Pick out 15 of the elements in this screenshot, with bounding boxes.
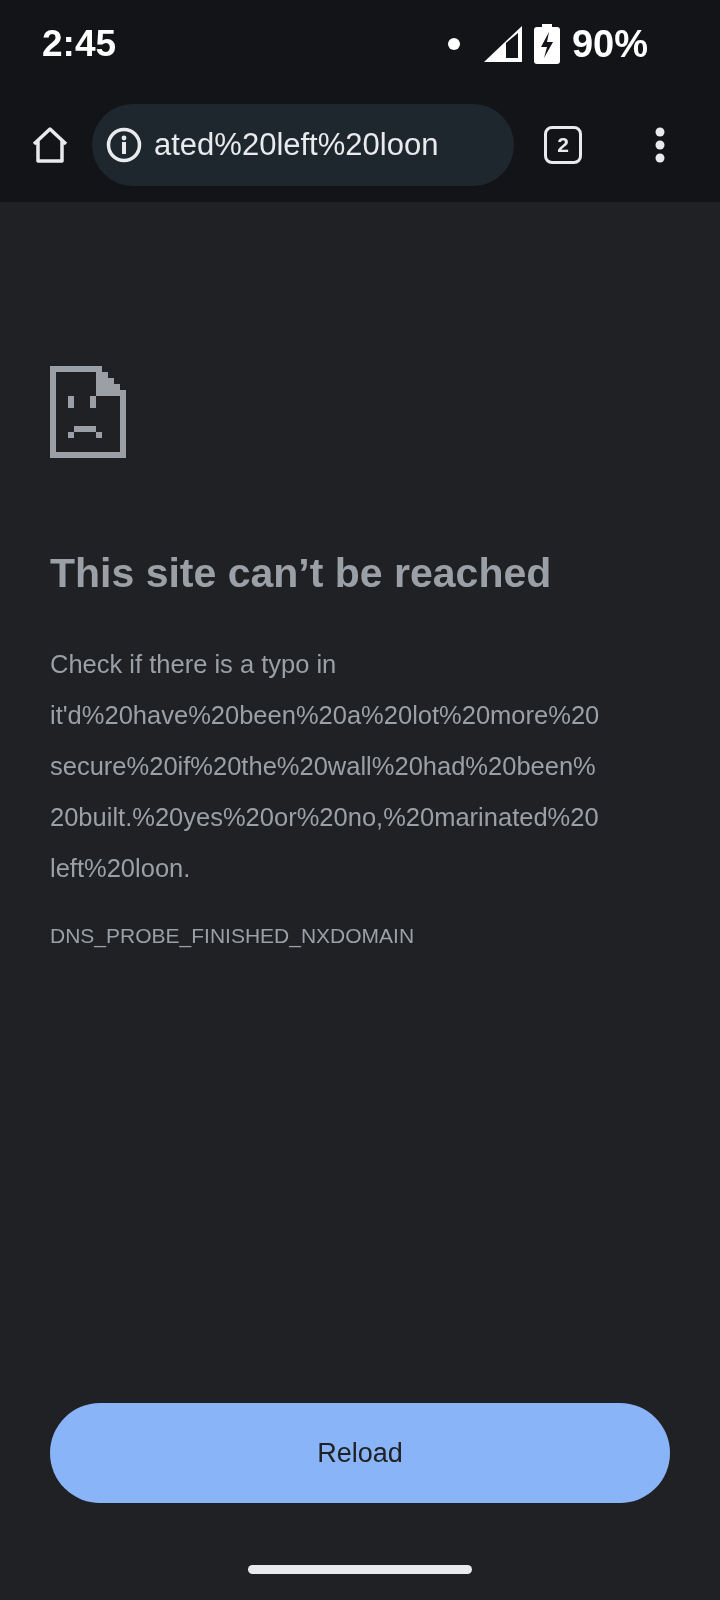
home-icon[interactable] xyxy=(30,126,70,164)
reload-button[interactable]: Reload xyxy=(50,1403,670,1503)
sad-file-icon xyxy=(50,366,126,458)
error-title: This site can’t be reached xyxy=(50,550,552,597)
battery-percentage: 90% xyxy=(571,22,648,66)
tab-switcher-button[interactable]: 2 xyxy=(544,126,582,164)
error-code: DNS_PROBE_FINISHED_NXDOMAIN xyxy=(50,924,415,948)
battery-charging-icon xyxy=(533,24,560,64)
signal-icon xyxy=(483,26,522,62)
info-icon[interactable] xyxy=(106,127,142,163)
status-time: 2:45 xyxy=(42,23,117,65)
address-bar[interactable]: ated%20left%20loon xyxy=(92,104,514,186)
error-message: Check if there is a typo in it'd%20have%20been%20a%20lot%20more%20 secure%20if%20the%20wall%20had%20been% 20built.%20yes%20or%20no,%20marinated%20 left%20loon. xyxy=(50,649,600,884)
notification-dot-icon xyxy=(447,38,460,50)
menu-icon[interactable] xyxy=(655,127,665,163)
